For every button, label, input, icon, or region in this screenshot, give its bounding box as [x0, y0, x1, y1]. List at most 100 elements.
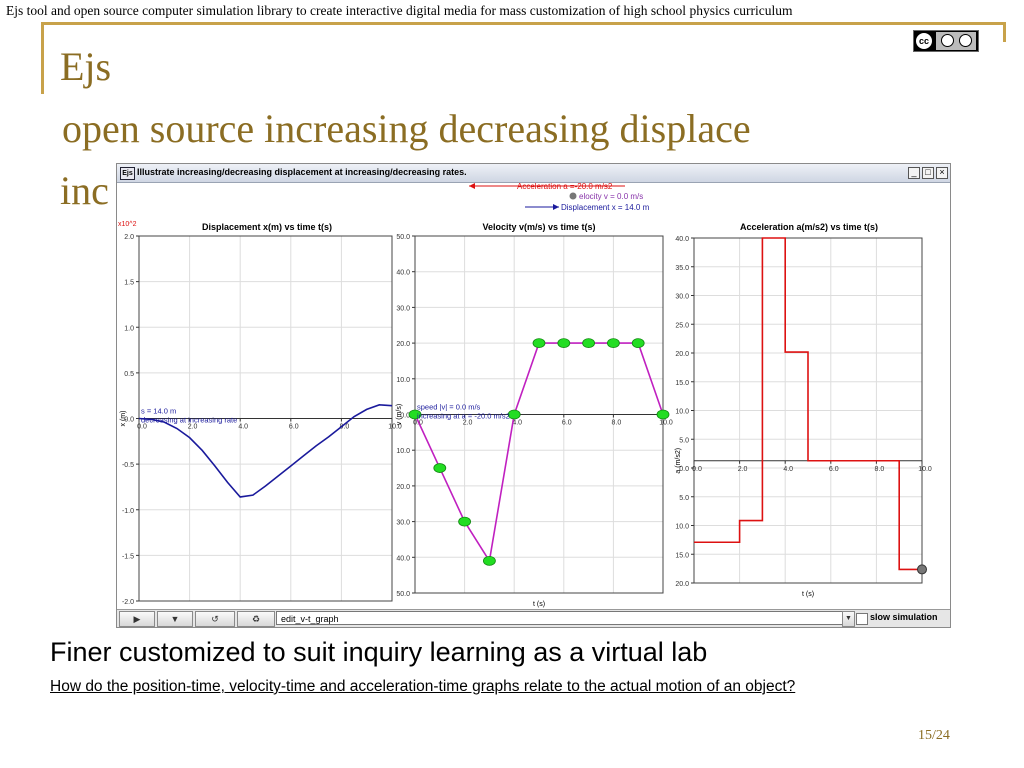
x-tick-label: 10.0 — [659, 420, 673, 427]
velocity-chart: Velocity v(m/s) vs time t(s) 50.0 40.0 30.0… — [396, 222, 673, 608]
x-tick-label: 6.0 — [289, 424, 299, 431]
page-number: 15/24 — [918, 728, 950, 743]
y-axis-label: a (m/s2) — [675, 448, 682, 474]
y-tick-label: 25.0 — [675, 322, 689, 329]
y-tick-label: 30.0 — [675, 294, 689, 301]
y-tick-label: 40.0 — [396, 555, 410, 562]
x-tick-label: 6.0 — [562, 420, 572, 427]
caption-main: Finer customized to suit inquiry learnin… — [50, 637, 708, 667]
window-title: Illustrate increasing/decreasing displac… — [137, 167, 467, 177]
y-tick-label: 20.0 — [396, 484, 410, 491]
data-point — [557, 338, 571, 349]
x-axis-label: t (s) — [802, 591, 814, 598]
y-tick-label: 1.5 — [124, 280, 134, 287]
y-tick-label: -1.0 — [122, 508, 134, 515]
slide-header-text: Ejs tool and open source computer simula… — [6, 3, 793, 18]
chart-annotation: decreasing at increasing rate — [141, 416, 237, 425]
time-marker — [917, 564, 927, 575]
data-point — [532, 338, 546, 349]
x-tick-label: 2.0 — [463, 420, 473, 427]
x-tick-label: 4.0 — [238, 424, 248, 431]
x-axis-label: t (s) — [533, 601, 545, 608]
y-tick-label: -2.0 — [122, 599, 134, 606]
slide-title-line-3: inc — [60, 168, 109, 213]
reset-button[interactable]: ↺ — [195, 611, 235, 627]
legend-velocity: elocity v = 0.0 m/s — [579, 192, 643, 201]
y-tick-label: 40.0 — [396, 270, 410, 277]
y-tick-label: 1.0 — [124, 325, 134, 332]
y-tick-label: 10.0 — [396, 448, 410, 455]
y-tick-label: 20.0 — [675, 351, 689, 358]
decor-top-rule — [41, 22, 1006, 25]
slide-title-line-1: Ejs — [60, 44, 112, 89]
y-tick-label: 10.0 — [675, 524, 689, 531]
minimize-icon[interactable]: _ — [908, 167, 920, 179]
simulation-toolbar: ▶ ▼ ↺ ♻ edit_v-t_graph ▼ slow simulation — [117, 609, 950, 627]
field-scroll-button[interactable]: ▼ — [842, 611, 855, 627]
data-point — [482, 555, 496, 566]
y-tick-label: 15.0 — [675, 552, 689, 559]
y-tick-label: 5.0 — [679, 495, 689, 502]
data-point — [433, 463, 447, 473]
chart-title: Acceleration a(m/s2) vs time t(s) — [740, 222, 878, 232]
by-sa-icon — [936, 32, 976, 50]
x-tick-label: 2.0 — [738, 466, 748, 473]
play-button[interactable]: ▶ — [119, 611, 155, 627]
chart-title: Velocity v(m/s) vs time t(s) — [482, 222, 595, 232]
y-tick-label: 30.0 — [396, 520, 410, 527]
y-tick-label: 50.0 — [396, 234, 410, 241]
y-multiplier-label: x10^2 — [118, 221, 137, 228]
velocity-dot-icon — [569, 192, 577, 200]
x-tick-label: 0.0 — [137, 424, 147, 431]
window-title-bar[interactable]: Ejs Illustrate increasing/decreasing dis… — [117, 164, 950, 183]
x-tick-label: 0.0 — [692, 466, 702, 473]
y-tick-label: 10.0 — [396, 377, 410, 384]
close-icon[interactable]: × — [936, 167, 948, 179]
chart-annotation: s = 14.0 m — [141, 407, 176, 416]
x-tick-label: 6.0 — [829, 466, 839, 473]
data-point — [606, 338, 620, 349]
y-tick-label: 15.0 — [675, 380, 689, 387]
y-axis-label: v (m/s) — [396, 404, 403, 425]
y-tick-label: 50.0 — [396, 591, 410, 598]
data-point — [656, 409, 670, 420]
ejs-simulation-window: Ejs Illustrate increasing/decreasing dis… — [116, 163, 951, 628]
cc-license-badge: cc — [913, 30, 979, 52]
x-tick-label: 8.0 — [875, 466, 885, 473]
graph-edit-field[interactable]: edit_v-t_graph — [276, 611, 849, 625]
y-tick-label: 20.0 — [396, 341, 410, 348]
series-line — [414, 342, 664, 564]
x-tick-label: 10.0 — [918, 466, 932, 473]
maximize-icon[interactable]: □ — [922, 167, 934, 179]
y-tick-label: 5.0 — [679, 437, 689, 444]
y-tick-label: -1.5 — [122, 553, 134, 560]
y-tick-label: 20.0 — [675, 581, 689, 588]
chart-title: Displacement x(m) vs time t(s) — [202, 222, 332, 232]
cc-icon: cc — [916, 33, 932, 49]
y-tick-label: 2.0 — [124, 234, 134, 241]
displacement-chart: Displacement x(m) vs time t(s) 2.0 1.5 1.0 0… — [118, 221, 402, 606]
data-point — [507, 409, 521, 420]
data-point — [631, 338, 645, 349]
y-tick-label: 30.0 — [396, 305, 410, 312]
slow-simulation-label: slow simulation — [870, 612, 938, 622]
y-tick-label: 10.0 — [675, 409, 689, 416]
chart-annotation: speed |v| = 0.0 m/s — [417, 403, 481, 412]
series-line — [694, 237, 922, 571]
chart-annotation: increasing at a = -20.0 m/s2 — [417, 412, 510, 421]
decor-right-rule — [1003, 22, 1006, 42]
recycle-button[interactable]: ♻ — [237, 611, 275, 627]
data-point — [458, 516, 472, 527]
options-dropdown-button[interactable]: ▼ — [157, 611, 193, 627]
x-tick-label: 4.0 — [783, 466, 793, 473]
caption-question: How do the position-time, velocity-time … — [50, 678, 796, 695]
slow-simulation-checkbox[interactable] — [856, 613, 868, 625]
motion-legend: Acceleration a =-20.0 m/s2 elocity v = 0… — [469, 182, 650, 212]
legend-acceleration: Acceleration a =-20.0 m/s2 — [517, 182, 613, 191]
data-point — [582, 338, 596, 349]
slide-header-bar: Ejs tool and open source computer simula… — [0, 0, 1024, 24]
y-axis-label: x (m) — [120, 411, 127, 427]
y-tick-label: 0.5 — [124, 371, 134, 378]
y-tick-label: 35.0 — [675, 265, 689, 272]
x-tick-label: 2.0 — [188, 424, 198, 431]
